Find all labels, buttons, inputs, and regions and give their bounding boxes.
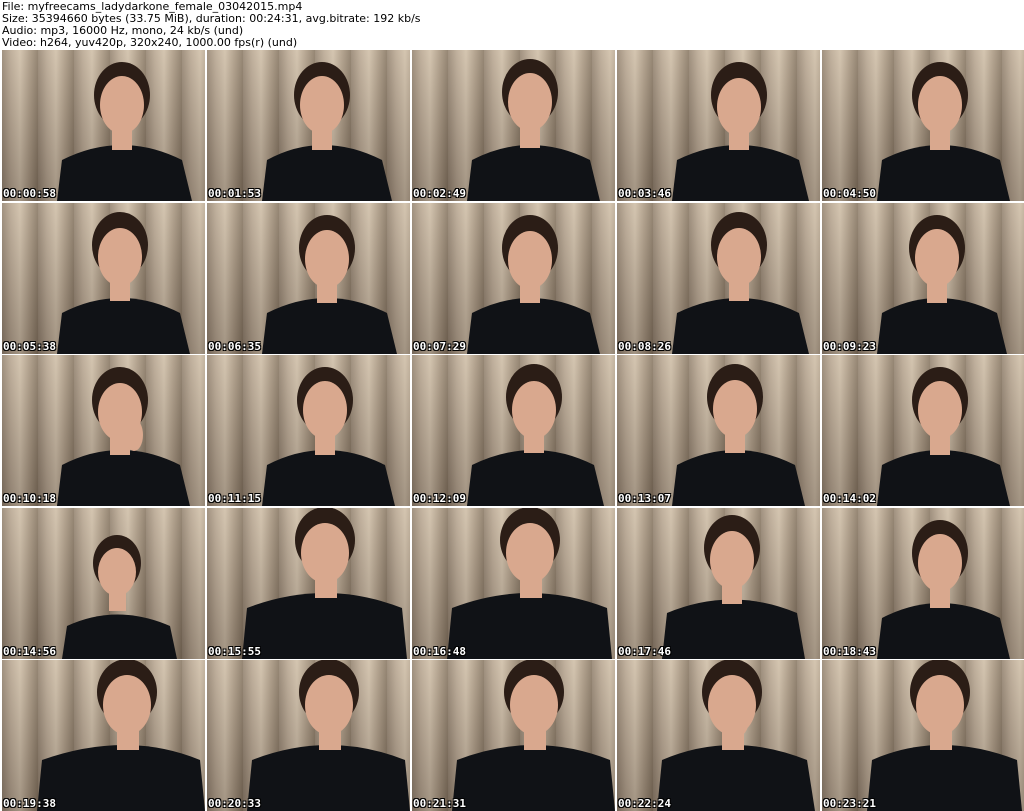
thumbnail: 00:14:56 — [2, 507, 205, 659]
person-figure — [57, 367, 190, 506]
thumbnail: 00:06:35 — [207, 202, 410, 354]
timestamp: 00:23:21 — [823, 797, 876, 810]
video-line: Video: h264, yuv420p, 320x240, 1000.00 f… — [2, 36, 298, 49]
thumbnail: 00:22:24 — [617, 660, 820, 811]
thumbnail: 00:02:49 — [412, 50, 615, 201]
person-figure — [37, 660, 205, 811]
person-figure — [262, 62, 392, 201]
person-figure — [247, 660, 410, 811]
timestamp: 00:10:18 — [3, 492, 56, 505]
timestamp: 00:11:15 — [208, 492, 261, 505]
timestamp: 00:01:53 — [208, 187, 261, 200]
person-figure — [662, 514, 805, 659]
thumbnail: 00:05:38 — [2, 202, 205, 354]
thumbnail: 00:15:55 — [207, 507, 410, 659]
timestamp: 00:18:43 — [823, 644, 876, 658]
person-figure — [672, 62, 809, 201]
thumbnail: 00:08:26 — [617, 202, 820, 354]
timestamp: 00:14:02 — [823, 492, 876, 505]
timestamp: 00:08:26 — [618, 339, 671, 353]
timestamp: 00:05:38 — [3, 339, 56, 353]
thumbnail: 00:16:48 — [412, 507, 615, 659]
timestamp: 00:04:50 — [823, 187, 876, 200]
person-figure — [867, 660, 1022, 811]
person-figure — [262, 214, 397, 354]
timestamp: 00:14:56 — [3, 644, 56, 658]
person-figure — [242, 507, 407, 659]
timestamp: 00:13:07 — [618, 492, 671, 505]
person-figure — [447, 507, 612, 659]
file-info-header: File: myfreecams_ladydarkone_female_0304… — [0, 0, 1024, 50]
thumbnail: 00:03:46 — [617, 50, 820, 201]
person-figure — [62, 534, 177, 659]
timestamp: 00:06:35 — [208, 339, 261, 353]
person-figure — [657, 660, 815, 811]
thumbnail: 00:23:21 — [822, 660, 1024, 811]
thumbnail: 00:17:46 — [617, 507, 820, 659]
person-figure — [467, 59, 600, 201]
timestamp: 00:20:33 — [208, 797, 261, 810]
thumbnail: 00:13:07 — [617, 355, 820, 506]
person-figure — [877, 214, 1007, 354]
thumbnail: 00:04:50 — [822, 50, 1024, 201]
thumbnail-grid: 00:00:58 00:01:53 00:02:49 00:03:46 00:0… — [0, 50, 1024, 811]
person-figure — [452, 660, 615, 811]
timestamp: 00:15:55 — [208, 644, 261, 658]
timestamp: 00:17:46 — [618, 644, 671, 658]
timestamp: 00:07:29 — [413, 339, 466, 353]
timestamp: 00:21:31 — [413, 797, 466, 810]
thumbnail: 00:12:09 — [412, 355, 615, 506]
thumbnail: 00:19:38 — [2, 660, 205, 811]
timestamp: 00:09:23 — [823, 339, 876, 353]
person-figure — [877, 62, 1010, 201]
thumbnail: 00:07:29 — [412, 202, 615, 354]
thumbnail: 00:21:31 — [412, 660, 615, 811]
thumbnail: 00:10:18 — [2, 355, 205, 506]
thumbnail: 00:18:43 — [822, 507, 1024, 659]
timestamp: 00:22:24 — [618, 797, 671, 810]
timestamp: 00:16:48 — [413, 644, 466, 658]
thumbnail: 00:20:33 — [207, 660, 410, 811]
thumbnail: 00:09:23 — [822, 202, 1024, 354]
timestamp: 00:03:46 — [618, 187, 671, 200]
person-figure — [467, 364, 604, 506]
person-figure — [467, 214, 600, 354]
person-figure — [57, 211, 190, 354]
thumbnail: 00:00:58 — [2, 50, 205, 201]
person-figure — [57, 62, 192, 201]
timestamp: 00:00:58 — [3, 187, 56, 200]
person-figure — [672, 211, 809, 354]
thumbnail: 00:11:15 — [207, 355, 410, 506]
person-figure — [877, 367, 1010, 506]
timestamp: 00:12:09 — [413, 492, 466, 505]
timestamp: 00:19:38 — [3, 797, 56, 810]
person-figure — [262, 367, 395, 506]
thumbnail: 00:14:02 — [822, 355, 1024, 506]
thumbnail: 00:01:53 — [207, 50, 410, 201]
timestamp: 00:02:49 — [413, 187, 466, 200]
person-figure — [672, 364, 805, 506]
person-figure — [877, 519, 1010, 659]
